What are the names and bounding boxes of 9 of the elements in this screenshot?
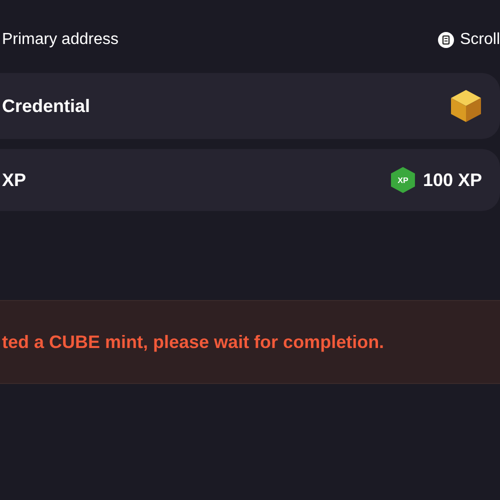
xp-badge: XP [390, 167, 415, 193]
scroll-icon [438, 32, 454, 48]
scroll-label: Scroll [460, 31, 500, 49]
notice-text: ted a CUBE mint, please wait for completion. [2, 332, 384, 352]
reward-label: Credential [2, 96, 90, 116]
reward-label: XP [2, 170, 26, 190]
xp-amount: 100 XP [422, 170, 482, 190]
cube-icon [450, 89, 482, 123]
primary-address-label: Primary address [2, 31, 118, 49]
